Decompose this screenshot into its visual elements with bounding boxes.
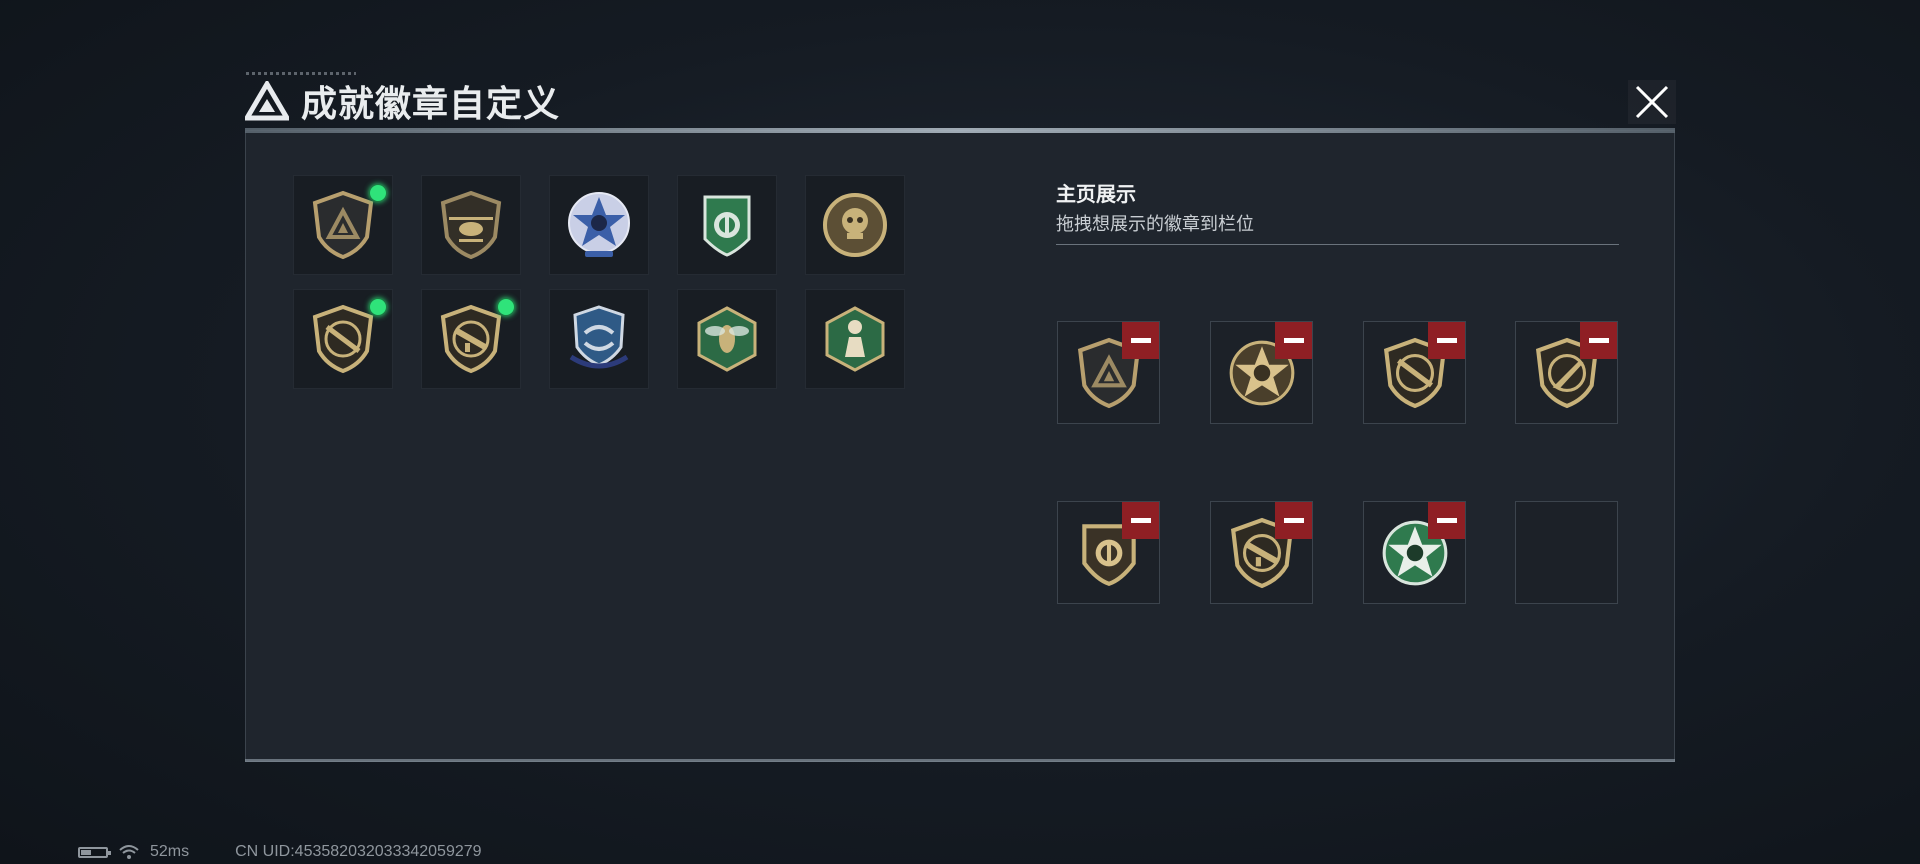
showcase-slot[interactable] — [1210, 501, 1313, 604]
minus-icon — [1283, 338, 1304, 343]
showcase-slot[interactable] — [1057, 321, 1160, 424]
remove-badge-button[interactable] — [1122, 502, 1159, 539]
rifle-shield-badge-icon — [312, 304, 374, 374]
remove-badge-button[interactable] — [1275, 322, 1312, 359]
remove-badge-button[interactable] — [1580, 322, 1617, 359]
gold-round-skull-badge-icon — [823, 193, 887, 257]
badge-item[interactable] — [549, 175, 649, 275]
helicopter-shield-badge-icon — [440, 190, 502, 260]
minus-icon — [1130, 518, 1151, 523]
remove-badge-button[interactable] — [1428, 322, 1465, 359]
green-hex-figure-badge-icon — [825, 306, 885, 372]
minus-icon — [1130, 338, 1151, 343]
remove-badge-button[interactable] — [1122, 322, 1159, 359]
showcase-heading: 主页展示 — [1056, 184, 1136, 206]
green-hex-wasp-badge-icon — [697, 306, 757, 372]
user-uid: CN UID:453582032033342059279 — [235, 843, 482, 860]
remove-badge-button[interactable] — [1428, 502, 1465, 539]
ping-value: 52ms — [150, 843, 190, 860]
close-button[interactable] — [1628, 80, 1676, 124]
triangle-logo-icon — [245, 81, 289, 121]
remove-badge-button[interactable] — [1275, 502, 1312, 539]
equipped-indicator — [369, 298, 387, 316]
smg-shield-badge-icon — [440, 304, 502, 374]
minus-icon — [1588, 338, 1609, 343]
badge-item[interactable] — [293, 175, 393, 275]
badge-item[interactable] — [421, 289, 521, 389]
badge-item[interactable] — [805, 175, 905, 275]
triangle-shield-badge-icon — [312, 190, 374, 260]
page-title: 成就徽章自定义 — [301, 83, 561, 124]
equipped-indicator — [369, 184, 387, 202]
showcase-slot[interactable] — [1363, 321, 1466, 424]
showcase-slot[interactable] — [1363, 501, 1466, 604]
green-shield-badge-icon — [703, 195, 751, 257]
showcase-slot[interactable] — [1210, 321, 1313, 424]
badge-item[interactable] — [805, 289, 905, 389]
equipped-indicator — [497, 298, 515, 316]
panel-top-border — [245, 128, 1675, 133]
minus-icon — [1436, 518, 1457, 523]
minus-icon — [1436, 338, 1457, 343]
battery-icon — [78, 846, 111, 858]
badge-item[interactable] — [677, 289, 777, 389]
showcase-slot-empty[interactable] — [1515, 501, 1618, 604]
minus-icon — [1283, 518, 1304, 523]
showcase-divider — [1056, 244, 1619, 245]
panel-bottom-border — [245, 759, 1675, 762]
badge-item[interactable] — [677, 175, 777, 275]
showcase-slot[interactable] — [1515, 321, 1618, 424]
showcase-subtitle: 拖拽想展示的徽章到栏位 — [1056, 214, 1254, 234]
showcase-slot[interactable] — [1057, 501, 1160, 604]
page-header: 成就徽章自定义 — [245, 76, 560, 126]
close-icon — [1635, 85, 1669, 119]
badge-item[interactable] — [421, 175, 521, 275]
blue-skull-star-badge-icon — [568, 192, 630, 257]
status-bar: 52ms CN UID:453582032033342059279 — [78, 842, 482, 862]
blue-arrows-shield-badge-icon — [569, 305, 629, 369]
wifi-icon — [119, 845, 139, 859]
badge-item[interactable] — [549, 289, 649, 389]
badge-item[interactable] — [293, 289, 393, 389]
